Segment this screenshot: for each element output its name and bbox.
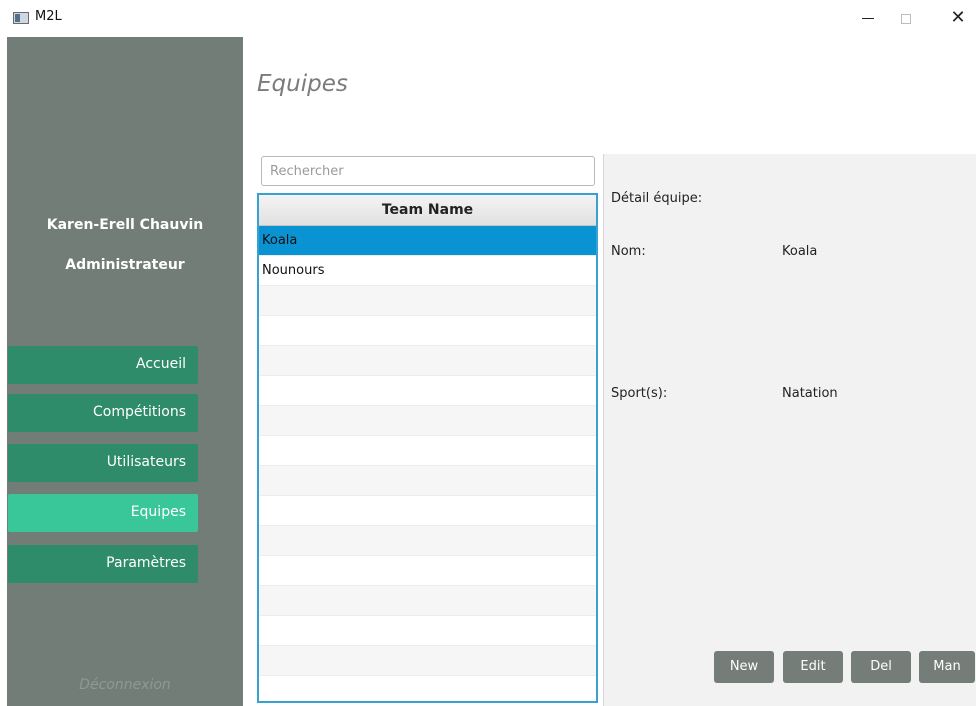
sport-label: Sport(s): (611, 386, 668, 401)
manage-button[interactable]: Man (919, 651, 975, 683)
minimize-button[interactable] (848, 4, 888, 32)
sport-value: Natation (782, 386, 838, 401)
delete-button[interactable]: Del (851, 651, 911, 683)
user-role: Administrateur (65, 257, 185, 273)
maximize-button[interactable] (886, 4, 926, 32)
nav-parametres-button[interactable]: Paramètres (8, 545, 198, 583)
close-button[interactable]: ✕ (938, 4, 976, 32)
table-row[interactable] (259, 586, 596, 616)
table-row[interactable]: Koala (259, 226, 596, 256)
teams-table[interactable]: Team Name Koala Nounours (257, 193, 598, 703)
table-row[interactable] (259, 646, 596, 676)
table-row[interactable] (259, 496, 596, 526)
name-label: Nom: (611, 244, 646, 259)
page-title: Equipes (257, 71, 348, 97)
team-detail-panel: Détail équipe: Nom: Koala Sport(s): Nata… (603, 154, 976, 706)
new-button[interactable]: New (714, 651, 774, 683)
nav-competitions-button[interactable]: Compétitions (8, 394, 198, 432)
edit-button[interactable]: Edit (783, 651, 843, 683)
nav-accueil-button[interactable]: Accueil (8, 346, 198, 384)
title-bar[interactable]: M2L ✕ (0, 0, 976, 37)
maximize-icon (901, 13, 911, 24)
nav-equipes-button[interactable]: Equipes (8, 494, 198, 532)
table-row[interactable] (259, 286, 596, 316)
name-value: Koala (782, 244, 818, 259)
table-row[interactable] (259, 676, 596, 701)
nav-utilisateurs-button[interactable]: Utilisateurs (8, 444, 198, 482)
window-title: M2L (35, 9, 62, 24)
table-row[interactable] (259, 346, 596, 376)
table-row[interactable] (259, 556, 596, 586)
minimize-icon (862, 18, 874, 19)
team-name-column-header[interactable]: Team Name (259, 195, 596, 226)
table-row[interactable] (259, 316, 596, 346)
table-row[interactable] (259, 616, 596, 646)
logout-link[interactable]: Déconnexion (7, 677, 243, 693)
app-window-icon (13, 12, 29, 24)
sidebar: Karen-Erell Chauvin Administrateur Accue… (7, 37, 243, 706)
table-row[interactable] (259, 376, 596, 406)
table-row[interactable] (259, 466, 596, 496)
user-name: Karen-Erell Chauvin (46, 217, 204, 233)
table-row[interactable] (259, 406, 596, 436)
detail-heading: Détail équipe: (611, 191, 703, 206)
app-window: M2L ✕ Karen-Erell Chauvin Administrateur… (0, 0, 976, 706)
search-input[interactable] (261, 156, 595, 186)
table-row[interactable]: Nounours (259, 256, 596, 286)
table-row[interactable] (259, 526, 596, 556)
close-icon: ✕ (950, 7, 966, 28)
table-row[interactable] (259, 436, 596, 466)
